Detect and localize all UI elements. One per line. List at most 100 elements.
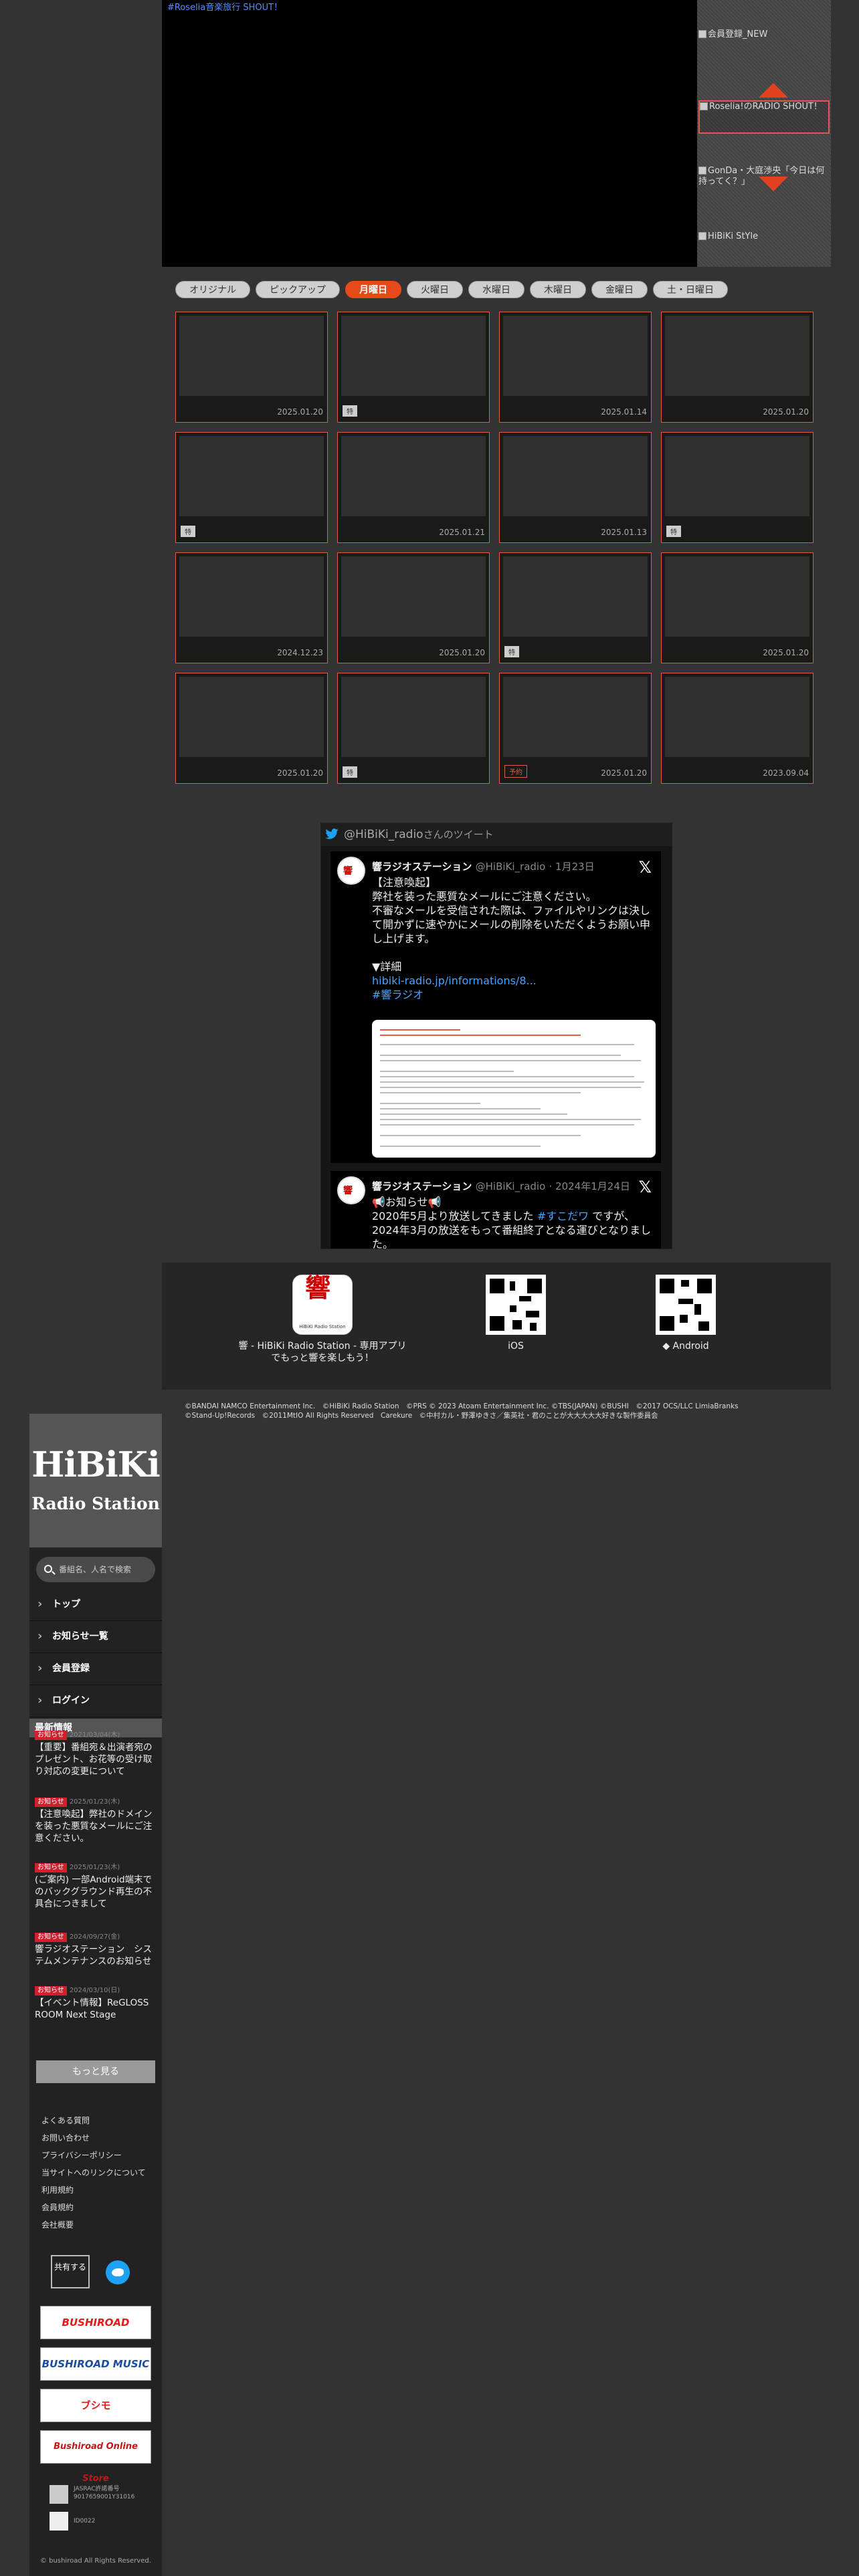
news-item[interactable]: お知らせ 2025/01/23(木) (ご案内) 一部Android端末でのバックグ… (35, 1860, 158, 1910)
program-date: 2025.01.20 (763, 648, 809, 657)
program-thumbnail (341, 436, 486, 516)
timeline-handle[interactable]: @HiBiKi_radio (344, 828, 423, 841)
search-input[interactable]: 番組名、人名で検索 (36, 1557, 155, 1582)
program-date: 2025.01.21 (439, 528, 485, 537)
tweet-text: 【注意喚起】 弊社を装った悪質なメールにご注意ください。 不審なメールを受信され… (372, 875, 656, 1002)
tweet-image-card[interactable] (372, 1020, 656, 1158)
program-badge: 特 (181, 526, 195, 537)
footer-link[interactable]: 会員規約 (41, 2202, 74, 2213)
tab-7[interactable]: 土・日曜日 (653, 281, 728, 298)
android-qr-code (656, 1275, 716, 1335)
banner-online-store[interactable]: Bushiroad Online Store (40, 2430, 151, 2484)
program-date: 2025.01.20 (763, 407, 809, 417)
tab-3[interactable]: 火曜日 (407, 281, 463, 298)
program-card[interactable]: 2025.01.14 (499, 312, 652, 423)
program-card[interactable]: 2025.01.20 (175, 312, 328, 423)
news-tag: お知らせ (35, 1933, 67, 1942)
program-card[interactable]: 特 (661, 432, 814, 543)
program-thumbnail (341, 316, 486, 396)
footer-link[interactable]: よくある質問 (41, 2115, 90, 2126)
program-card[interactable]: 2023.09.04 (661, 673, 814, 784)
nav-register[interactable]: 会員登録 (29, 1653, 162, 1685)
news-item[interactable]: お知らせ 2025/01/23(木) 【注意喚起】弊社のドメインを装った悪質なメール… (35, 1795, 158, 1844)
twitter-share-icon[interactable] (106, 2260, 130, 2284)
program-card[interactable]: 特 (499, 552, 652, 663)
news-item[interactable]: お知らせ 2021/03/04(木) 【重要】番組宛＆出演者宛のプレゼント、お花等の… (35, 1728, 158, 1778)
hero-thumb-1[interactable]: Roselia!のRADIO SHOUT！ (698, 100, 830, 134)
image-icon (698, 232, 706, 240)
tweet-hashtag[interactable]: #響ラジオ (372, 988, 656, 1002)
footer-link[interactable]: 当サイトへのリンクについて (41, 2167, 146, 2178)
more-button[interactable]: もっと見る (36, 2060, 155, 2083)
news-title: 【重要】番組宛＆出演者宛のプレゼント、お花等の受け取り対応の変更について (35, 1742, 153, 1777)
tab-6[interactable]: 金曜日 (591, 281, 648, 298)
tab-5[interactable]: 木曜日 (530, 281, 586, 298)
tweet-author[interactable]: 響ラジオステーション @HiBiKi_radio · 1月23日 (372, 859, 595, 873)
tweet-author[interactable]: 響ラジオステーション @HiBiKi_radio · 2024年1月24日 (372, 1179, 630, 1193)
tweet-hashtag[interactable]: #すこだワ (537, 1210, 589, 1222)
nav-top[interactable]: トップ (29, 1589, 162, 1621)
x-logo-icon[interactable]: 𝕏 (639, 858, 652, 877)
jasrac-logo-icon (50, 2485, 68, 2504)
tweet-1[interactable]: 響 響ラジオステーション @HiBiKi_radio · 2024年1月24日 … (330, 1171, 661, 1249)
program-date: 2023.09.04 (763, 768, 809, 778)
footer-link[interactable]: 利用規約 (41, 2184, 74, 2195)
program-card[interactable]: 特 (337, 673, 490, 784)
hero-thumb-3[interactable]: HiBiKi StYle (698, 231, 830, 265)
program-card[interactable]: 2025.01.20 (337, 552, 490, 663)
timeline-suffix: さんのツイート (423, 829, 494, 841)
banner-bushiroad-music[interactable]: BUSHIROAD MUSIC (40, 2347, 151, 2381)
program-card[interactable]: 2025.01.20 (661, 312, 814, 423)
news-item[interactable]: お知らせ 2024/09/27(金) 響ラジオステーション システムメンテナンスのお… (35, 1930, 158, 1967)
program-card[interactable]: 2025.01.13 (499, 432, 652, 543)
program-card[interactable]: 特 (337, 312, 490, 423)
hero-main-image[interactable]: #Roselia音楽旅行 SHOUT！ (162, 0, 697, 267)
tab-4[interactable]: 水曜日 (468, 281, 524, 298)
program-thumbnail (179, 316, 324, 396)
nav-news-list[interactable]: お知らせ一覧 (29, 1621, 162, 1653)
ios-qr[interactable]: iOS (479, 1275, 553, 1352)
program-card[interactable]: 予約 2025.01.20 (499, 673, 652, 784)
site-logo[interactable]: HiBiKi Radio Station (29, 1414, 162, 1547)
android-qr[interactable]: ◆ Android (649, 1275, 723, 1352)
tab-2[interactable]: 月曜日 (345, 281, 401, 298)
android-label: ◆ Android (662, 1341, 709, 1352)
footer-link[interactable]: 会社概要 (41, 2219, 74, 2230)
program-date: 2025.01.14 (601, 407, 647, 417)
avatar[interactable]: 響 (337, 1176, 365, 1204)
avatar[interactable]: 響 (337, 857, 365, 885)
timeline-header: @HiBiKi_radioさんのツイート (321, 823, 672, 846)
scroll-down-arrow-icon[interactable] (759, 177, 788, 191)
twitter-timeline[interactable]: @HiBiKi_radioさんのツイート 響 響ラジオステーション @HiBiK… (320, 823, 672, 1249)
nav-login[interactable]: ログイン (29, 1685, 162, 1717)
hero-thumb-0[interactable]: 会員登録_NEW (698, 29, 830, 63)
share-button[interactable]: 共有する (51, 2255, 90, 2288)
banner-bushiroad[interactable]: BUSHIROAD (40, 2306, 151, 2339)
program-thumbnail (665, 316, 809, 396)
program-badge: 特 (504, 646, 519, 657)
hibiki-app-icon: 響 HiBiKi Radio Station (292, 1275, 353, 1335)
news-item[interactable]: お知らせ 2024/03/10(日) 【イベント情報】ReGLOSS ROOM Ne… (35, 1983, 158, 2021)
program-card[interactable]: 2025.01.20 (661, 552, 814, 663)
scroll-up-arrow-icon[interactable] (759, 83, 788, 98)
image-icon (700, 102, 708, 110)
sidebar: HiBiKi Radio Station 番組名、人名で検索 トップ お知らせ一… (29, 1414, 162, 2576)
program-thumbnail (179, 556, 324, 637)
banner-bushimo[interactable]: ブシモ (40, 2389, 151, 2422)
tab-1[interactable]: ピックアップ (256, 281, 340, 298)
program-badge: 特 (343, 766, 357, 778)
program-card[interactable]: 2025.01.21 (337, 432, 490, 543)
program-card[interactable]: 特 (175, 432, 328, 543)
tweet-link[interactable]: hibiki-radio.jp/informations/8... (372, 974, 656, 988)
program-badge: 特 (666, 526, 681, 537)
x-logo-icon[interactable]: 𝕏 (639, 1178, 652, 1196)
program-card[interactable]: 2024.12.23 (175, 552, 328, 663)
footer-link[interactable]: プライバシーポリシー (41, 2149, 122, 2161)
tab-0[interactable]: オリジナル (175, 281, 250, 298)
ios-label: iOS (508, 1341, 524, 1352)
tweet-0[interactable]: 響 響ラジオステーション @HiBiKi_radio · 1月23日 𝕏 【注意… (330, 851, 661, 1183)
program-badge: 予約 (504, 765, 527, 778)
footer-link[interactable]: お問い合わせ (41, 2132, 90, 2143)
app-promo[interactable]: 響 HiBiKi Radio Station 響 - HiBiKi Radio … (235, 1275, 409, 1364)
program-card[interactable]: 2025.01.20 (175, 673, 328, 784)
